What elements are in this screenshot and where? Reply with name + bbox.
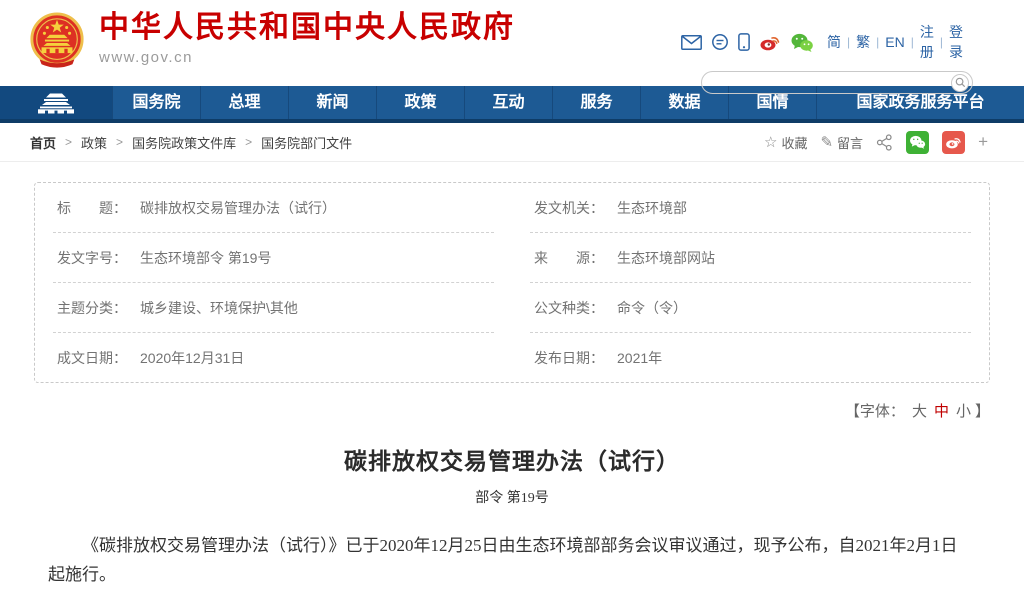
mobile-icon[interactable] xyxy=(738,33,750,51)
meta-title-cell: 标 题：碳排放权交易管理办法（试行） xyxy=(53,183,494,233)
share-weibo-button[interactable] xyxy=(942,131,965,154)
login-link[interactable]: 登录 xyxy=(949,22,963,62)
meta-written-date-cell: 成文日期：2020年12月31日 xyxy=(53,333,494,382)
meta-doc-type-cell: 公文种类：命令（令） xyxy=(530,283,971,333)
star-icon: ☆ xyxy=(764,133,777,151)
nav-item-policy[interactable]: 政策 xyxy=(376,86,464,119)
site-title: 中华人民共和国中央人民政府 xyxy=(99,11,515,46)
breadcrumb-bar: 首页 > 政策 > 国务院政策文件库 > 国务院部门文件 ☆ 收藏 ✎ 留言 xyxy=(0,123,1024,162)
meta-source-cell: 来 源：生态环境部网站 xyxy=(530,233,971,283)
lang-links: 简 | 繁 | EN | 注册 | 登录 xyxy=(827,22,963,62)
meta-issuing-agency-cell: 发文机关：生态环境部 xyxy=(530,183,971,233)
breadcrumb: 首页 > 政策 > 国务院政策文件库 > 国务院部门文件 xyxy=(30,133,352,152)
nav-home-button[interactable] xyxy=(0,86,112,119)
more-share-button[interactable]: + xyxy=(978,132,988,152)
meta-subject-category-cell: 主题分类：城乡建设、环境保护\其他 xyxy=(53,283,494,333)
lang-english-link[interactable]: EN xyxy=(885,34,904,50)
mail-icon[interactable] xyxy=(681,35,702,50)
font-size-large-button[interactable]: 大 xyxy=(912,403,927,420)
tiananmen-icon xyxy=(33,91,79,114)
register-link[interactable]: 注册 xyxy=(920,22,934,62)
lang-traditional-link[interactable]: 繁 xyxy=(856,32,870,52)
search-box xyxy=(701,71,973,94)
font-size-small-button[interactable]: 小 xyxy=(956,403,971,420)
weibo-icon[interactable] xyxy=(759,33,781,51)
nav-item-state-council[interactable]: 国务院 xyxy=(112,86,200,119)
pencil-icon: ✎ xyxy=(820,133,833,151)
article-body-paragraph: 《碳排放权交易管理办法（试行）》已于2020年12月25日由生态环境部部务会议审… xyxy=(48,532,968,590)
article-title: 碳排放权交易管理办法（试行） xyxy=(0,442,1024,476)
favorite-button[interactable]: ☆ 收藏 xyxy=(764,133,807,152)
meta-publish-date-cell: 发布日期：2021年 xyxy=(530,333,971,382)
search-input[interactable] xyxy=(714,74,951,92)
wechat-icon[interactable] xyxy=(790,33,814,52)
wechat-badge-icon xyxy=(909,135,926,149)
nav-item-interaction[interactable]: 互动 xyxy=(464,86,552,119)
site-url: www.gov.cn xyxy=(99,49,515,66)
share-wechat-button[interactable] xyxy=(906,131,929,154)
comment-bubble-icon[interactable] xyxy=(711,34,729,51)
document-meta-table: 标 题：碳排放权交易管理办法（试行） 发文机关：生态环境部 发文字号：生态环境部… xyxy=(34,182,990,383)
meta-doc-number-cell: 发文字号：生态环境部令 第19号 xyxy=(53,233,494,283)
comment-button[interactable]: ✎ 留言 xyxy=(820,133,863,152)
weibo-badge-icon xyxy=(945,135,962,149)
breadcrumb-policy[interactable]: 政策 xyxy=(81,133,107,152)
nav-item-services[interactable]: 服务 xyxy=(552,86,640,119)
font-size-medium-button[interactable]: 中 xyxy=(934,403,949,420)
nav-item-premier[interactable]: 总理 xyxy=(200,86,288,119)
share-icon xyxy=(876,134,893,151)
article: 碳排放权交易管理办法（试行） 部令 第19号 《碳排放权交易管理办法（试行）》已… xyxy=(0,442,1024,610)
national-emblem-logo xyxy=(28,11,86,73)
article-doc-number: 部令 第19号 xyxy=(0,487,1024,507)
search-button[interactable] xyxy=(951,74,969,92)
font-size-selector: 【字体：大中小】 xyxy=(34,400,990,421)
lang-simplified-link[interactable]: 简 xyxy=(827,32,841,52)
nav-item-news[interactable]: 新闻 xyxy=(288,86,376,119)
search-icon xyxy=(955,77,966,88)
breadcrumb-dept-documents[interactable]: 国务院部门文件 xyxy=(261,133,352,152)
site-header: 中华人民共和国中央人民政府 www.gov.cn xyxy=(0,0,1024,86)
breadcrumb-home[interactable]: 首页 xyxy=(30,133,56,152)
breadcrumb-policy-library[interactable]: 国务院政策文件库 xyxy=(132,133,236,152)
share-button[interactable] xyxy=(876,134,893,151)
